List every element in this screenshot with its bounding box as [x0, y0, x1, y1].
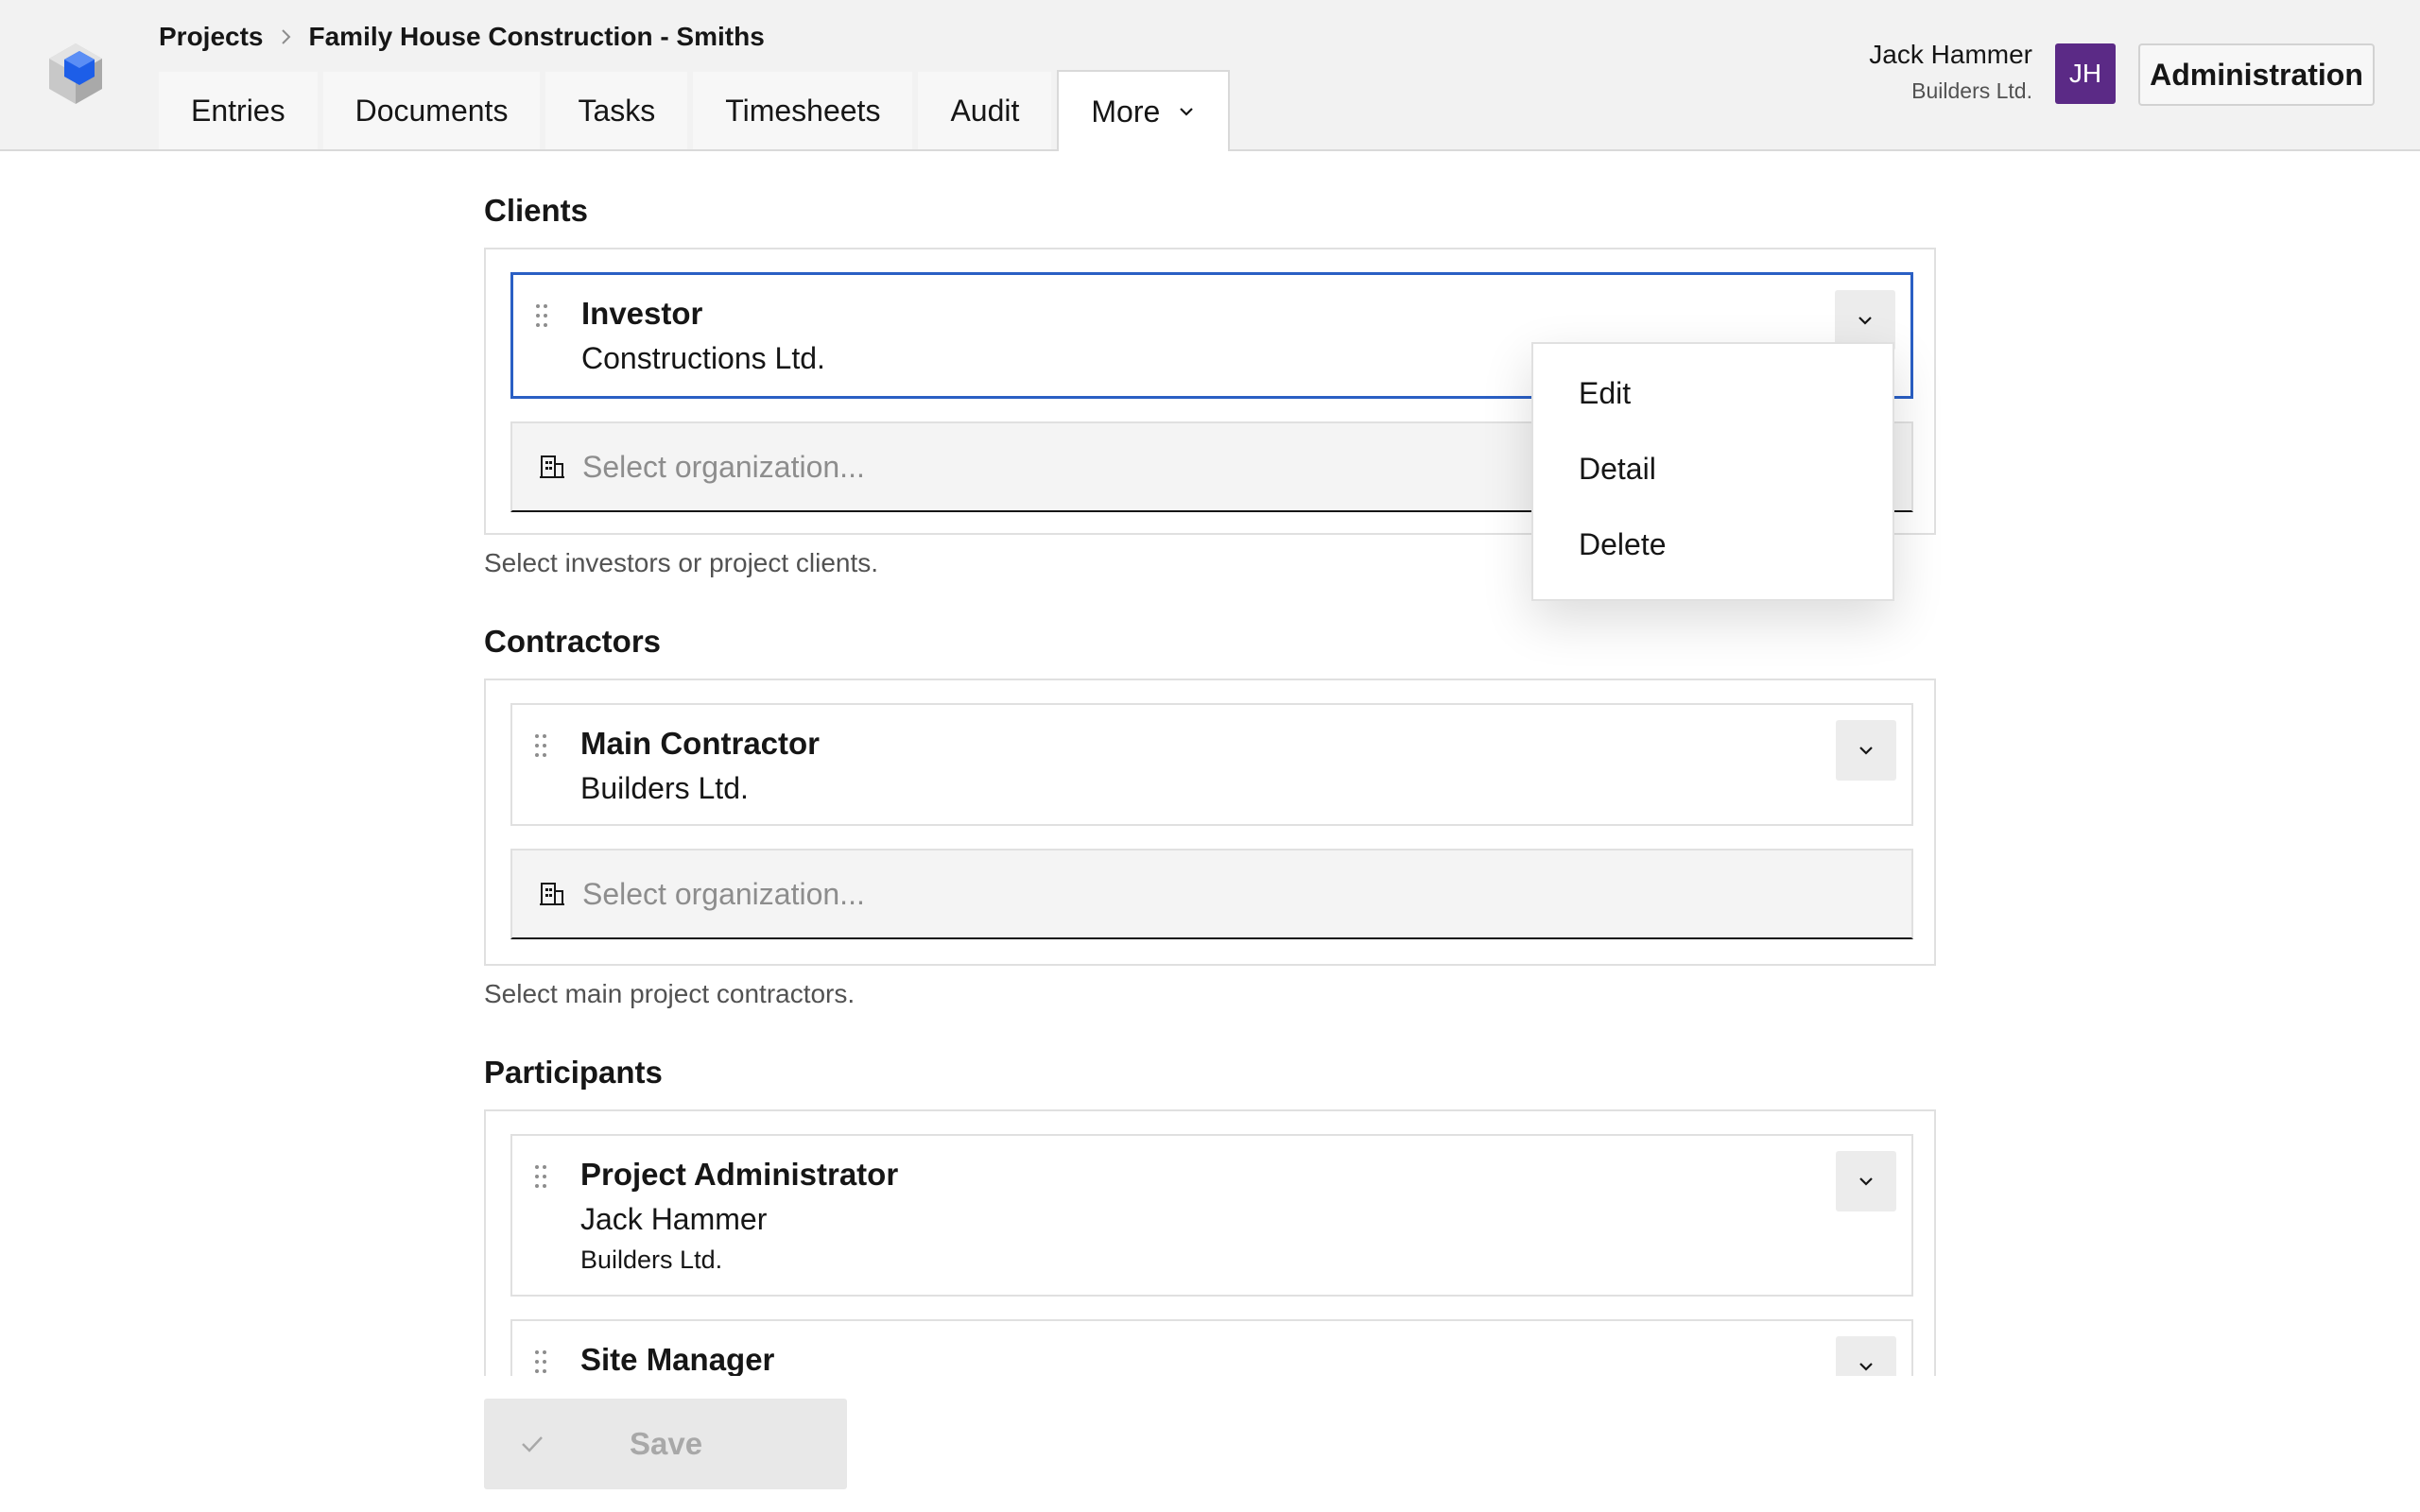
administration-button[interactable]: Administration — [2138, 43, 2375, 106]
tab-label: Timesheets — [725, 93, 881, 128]
building-icon — [540, 883, 564, 905]
breadcrumb-projects-link[interactable]: Projects — [159, 22, 264, 52]
item-role: Investor — [581, 296, 703, 331]
participants-group: Project Administrator Jack Hammer Builde… — [484, 1109, 1936, 1376]
tab-label: Audit — [950, 93, 1020, 128]
tab-bar: Entries Documents Tasks Timesheets Audit… — [159, 70, 1236, 151]
tab-label: Entries — [191, 93, 285, 128]
save-button-label: Save — [630, 1426, 703, 1461]
organization-select-input[interactable]: Select organization... — [510, 849, 1913, 939]
tab-audit[interactable]: Audit — [918, 72, 1052, 149]
menu-item-delete[interactable]: Delete — [1533, 507, 1893, 582]
item-name: Jack Hammer — [580, 1202, 768, 1236]
item-menu-button[interactable] — [1836, 1151, 1896, 1211]
item-menu-button[interactable] — [1836, 720, 1896, 781]
app-header: Projects Family House Construction - Smi… — [0, 0, 2420, 151]
contractors-group: Main Contractor Builders Ltd. Select org… — [484, 679, 1936, 966]
drag-handle-icon[interactable] — [533, 733, 548, 758]
item-menu-button[interactable] — [1836, 1336, 1896, 1376]
item-actions-menu: Edit Detail Delete — [1531, 342, 1894, 601]
chevron-down-icon — [1859, 1177, 1873, 1186]
save-button[interactable]: Save — [484, 1399, 847, 1489]
tab-documents[interactable]: Documents — [322, 72, 541, 149]
breadcrumb: Projects Family House Construction - Smi… — [159, 19, 765, 55]
list-item-project-administrator[interactable]: Project Administrator Jack Hammer Builde… — [510, 1134, 1913, 1297]
list-item-site-manager[interactable]: Site Manager — [510, 1319, 1913, 1376]
tab-more[interactable]: More — [1057, 70, 1231, 151]
item-organization: Builders Ltd. — [580, 1246, 723, 1274]
tab-label: Tasks — [578, 93, 656, 128]
project-participants-form: Clients Investor Constructions Ltd. Sele… — [484, 151, 1936, 1376]
section-title-contractors: Contractors — [484, 624, 662, 659]
drag-handle-icon[interactable] — [534, 303, 549, 328]
chevron-down-icon — [1858, 317, 1872, 325]
item-role: Site Manager — [580, 1342, 775, 1376]
tab-tasks[interactable]: Tasks — [545, 72, 688, 149]
tab-label: More — [1091, 94, 1161, 129]
tab-label: Documents — [354, 93, 509, 128]
avatar[interactable]: JH — [2055, 43, 2116, 104]
item-role: Main Contractor — [580, 726, 821, 761]
user-name: Jack Hammer — [1869, 40, 2032, 69]
select-placeholder: Select organization... — [582, 876, 865, 911]
user-info[interactable]: Jack Hammer Builders Ltd. — [1869, 38, 2032, 106]
drag-handle-icon[interactable] — [533, 1349, 548, 1374]
item-name: Constructions Ltd. — [581, 341, 825, 375]
menu-item-edit[interactable]: Edit — [1533, 355, 1893, 431]
chevron-down-icon — [1859, 747, 1873, 755]
building-icon — [540, 455, 564, 478]
item-role: Project Administrator — [580, 1157, 899, 1192]
list-item-main-contractor[interactable]: Main Contractor Builders Ltd. — [510, 703, 1913, 826]
breadcrumb-current-project[interactable]: Family House Construction - Smiths — [309, 22, 765, 52]
helper-text-contractors: Select main project contractors. — [484, 979, 856, 1008]
checkmark-icon — [522, 1436, 543, 1452]
app-logo-icon[interactable] — [45, 40, 106, 108]
item-name: Builders Ltd. — [580, 771, 749, 805]
section-title-participants: Participants — [484, 1055, 663, 1090]
select-placeholder: Select organization... — [582, 449, 865, 484]
tab-entries[interactable]: Entries — [159, 72, 318, 149]
drag-handle-icon[interactable] — [533, 1164, 548, 1189]
helper-text-clients: Select investors or project clients. — [484, 548, 879, 577]
section-title-clients: Clients — [484, 193, 589, 228]
chevron-down-icon — [1859, 1363, 1873, 1371]
menu-item-detail[interactable]: Detail — [1533, 431, 1893, 507]
tab-timesheets[interactable]: Timesheets — [693, 72, 913, 149]
chevron-right-icon — [279, 27, 294, 46]
user-organization: Builders Ltd. — [1911, 78, 2032, 103]
chevron-down-icon — [1177, 105, 1196, 118]
